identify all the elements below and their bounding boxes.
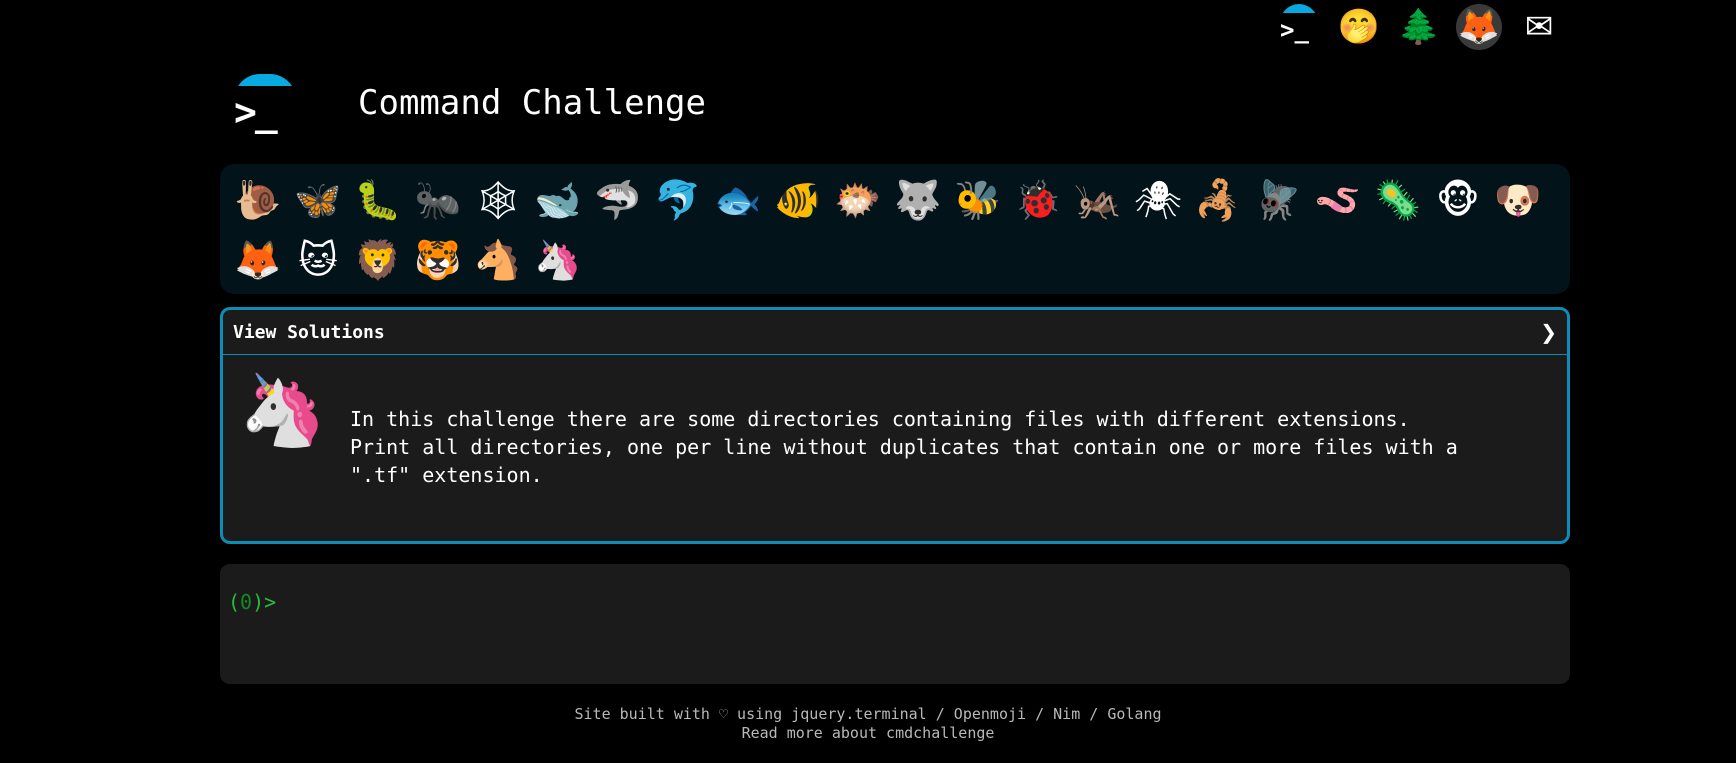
header: >_ Command Challenge <box>232 70 706 136</box>
view-solutions-toggle[interactable]: View Solutions ❯ <box>223 310 1567 355</box>
ladybug-icon[interactable]: 🐞 <box>1008 170 1068 230</box>
chevron-right-icon[interactable]: ❯ <box>1540 320 1557 344</box>
snail-icon[interactable]: 🐌 <box>228 170 288 230</box>
nim-link[interactable]: Nim <box>1053 705 1080 723</box>
microbe-icon[interactable]: 🦠 <box>1368 170 1428 230</box>
tiger-icon[interactable]: 🐯 <box>408 230 468 290</box>
jquery-terminal-link[interactable]: jquery.terminal <box>791 705 926 723</box>
tropical-fish-icon[interactable]: 🐠 <box>768 170 828 230</box>
view-solutions-label: View Solutions <box>233 321 385 343</box>
shushing-face-icon[interactable]: 🤭 <box>1336 4 1382 50</box>
dog-icon[interactable]: 🐶 <box>1488 170 1548 230</box>
pufferfish-icon[interactable]: 🐡 <box>828 170 888 230</box>
ant-icon[interactable]: 🐜 <box>408 170 468 230</box>
footer: Site built with ♡ using jquery.terminal … <box>0 705 1736 743</box>
worm-icon[interactable]: 🪱 <box>1308 170 1368 230</box>
dolphin-icon[interactable]: 🐬 <box>648 170 708 230</box>
wolf-icon[interactable]: 🐺 <box>888 170 948 230</box>
horse-icon[interactable]: 🐴 <box>468 230 528 290</box>
fox-icon[interactable]: 🦊 <box>228 230 288 290</box>
mail-icon[interactable]: ✉ <box>1516 4 1562 50</box>
prompt: (0)> <box>228 590 277 614</box>
gitlab-icon[interactable]: 🦊 <box>1456 4 1502 50</box>
unicorn-icon: 🦄 <box>239 369 327 451</box>
challenge-panel: View Solutions ❯ 🦄 In this challenge the… <box>220 307 1570 544</box>
openmoji-link[interactable]: Openmoji <box>954 705 1026 723</box>
spider-web-icon[interactable]: 🕸 <box>468 170 528 230</box>
challenge-description: In this challenge there are some directo… <box>350 407 1458 487</box>
unicorn-icon[interactable]: 🦄 <box>528 230 588 290</box>
fly-icon[interactable]: 🪰 <box>1248 170 1308 230</box>
challenge-selector: 🐌 🦋 🐛 🐜 🕸 🐋 🦈 🐬 🐟 🐠 🐡 🐺 🐝 🐞 🦗 🕷 🦂 🪰 🪱 🦠 🐵 🐶 🦊 🐱 🦁 🐯 🐴 🦄 <box>220 164 1570 294</box>
logo-prompt: >_ <box>234 90 278 134</box>
cat-icon[interactable]: 🐱 <box>288 230 348 290</box>
cricket-icon[interactable]: 🦗 <box>1068 170 1128 230</box>
lion-icon[interactable]: 🦁 <box>348 230 408 290</box>
top-nav: >_ 🤭 🌲 🦊 ✉ <box>1276 4 1562 50</box>
terminal-logo-icon[interactable]: >_ <box>1276 4 1322 50</box>
about-link[interactable]: Read more about cmdchallenge <box>742 724 995 742</box>
butterfly-icon[interactable]: 🦋 <box>288 170 348 230</box>
bee-icon[interactable]: 🐝 <box>948 170 1008 230</box>
spider-icon[interactable]: 🕷 <box>1128 170 1188 230</box>
terminal-logo[interactable]: >_ <box>232 70 298 136</box>
terminal[interactable]: (0)> <box>220 564 1570 684</box>
scorpion-icon[interactable]: 🦂 <box>1188 170 1248 230</box>
caterpillar-icon[interactable]: 🐛 <box>348 170 408 230</box>
tree-icon[interactable]: 🌲 <box>1396 4 1442 50</box>
page-title: Command Challenge <box>358 83 706 123</box>
logo-prompt: >_ <box>1280 16 1309 44</box>
footer-credits: Site built with ♡ using jquery.terminal … <box>574 705 1162 723</box>
monkey-icon[interactable]: 🐵 <box>1428 170 1488 230</box>
fish-icon[interactable]: 🐟 <box>708 170 768 230</box>
golang-link[interactable]: Golang <box>1107 705 1161 723</box>
whale-icon[interactable]: 🐋 <box>528 170 588 230</box>
shark-icon[interactable]: 🦈 <box>588 170 648 230</box>
prompt-count: 0 <box>240 590 253 614</box>
